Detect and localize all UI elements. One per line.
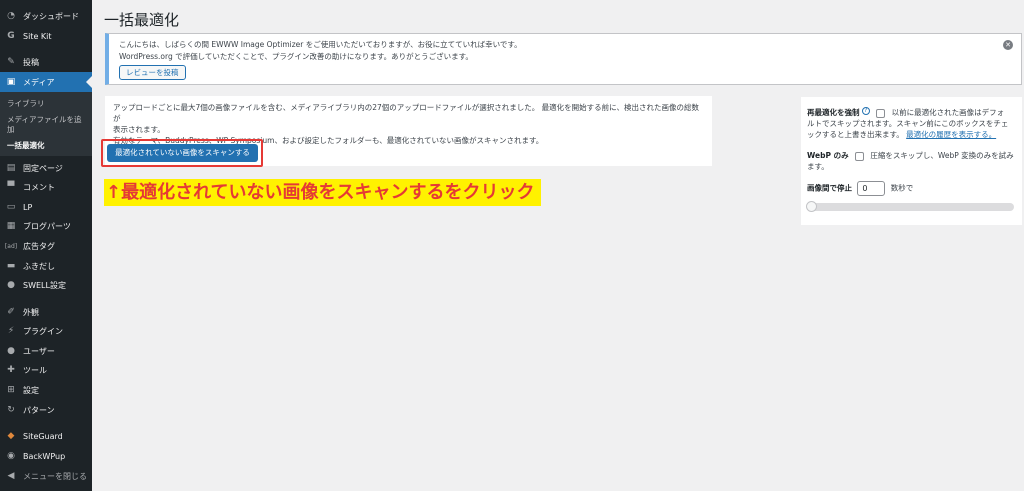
sidebar-item-label: SWELL設定 xyxy=(23,280,66,290)
submenu-add-media-cont[interactable]: 加 xyxy=(7,125,15,135)
sidebar-item-appearance[interactable]: ✐ 外観 xyxy=(0,302,92,322)
backwpup-icon: ◉ xyxy=(7,451,15,461)
history-link[interactable]: 最適化の履歴を表示する。 xyxy=(906,130,996,139)
scan-description-line2: 表示されます。 xyxy=(113,125,165,134)
blogparts-icon: ▦ xyxy=(6,221,16,231)
sidebar-item-swell[interactable]: ● SWELL設定 xyxy=(0,275,92,295)
force-label: 再最適化を強制 xyxy=(807,108,860,117)
page-icon: ▤ xyxy=(6,163,16,173)
webp-only-row: WebP のみ 圧縮をスキップし、WebP 変換のみを試み ます。 xyxy=(807,150,1016,172)
sidebar-item-label: プラグイン xyxy=(23,326,63,336)
sidebar-item-label: 設定 xyxy=(23,385,39,395)
sidebar-item-blogparts[interactable]: ▦ ブログパーツ xyxy=(0,216,92,236)
delay-slider-track[interactable] xyxy=(809,203,1014,211)
delay-unit: 数秒で xyxy=(890,183,914,193)
sidebar-item-label: ユーザー xyxy=(23,346,55,356)
submenu-bulk-optimize[interactable]: 一括最適化 xyxy=(7,141,45,151)
comment-icon: ▀ xyxy=(7,182,15,192)
help-icon[interactable]: ? xyxy=(861,107,870,115)
sidebar-item-adtag[interactable]: [ad] 広告タグ xyxy=(0,236,92,256)
review-button[interactable]: レビューを投稿 xyxy=(119,65,186,80)
review-notice: こんにちは、しばらくの間 EWWW Image Optimizer をご使用いた… xyxy=(105,33,1022,85)
sidebar-item-sitekit[interactable]: G Site Kit xyxy=(0,26,92,46)
sidebar-item-media[interactable]: ▣ メディア xyxy=(0,72,92,92)
notice-line2: WordPress.org で評価していただくことで、プラグイン改善の助けになり… xyxy=(119,52,473,61)
sidebar-item-patterns[interactable]: ↻ パターン xyxy=(0,400,92,420)
sidebar-item-label: ブログパーツ xyxy=(23,221,71,231)
sidebar-item-plugins[interactable]: ⚡ プラグイン xyxy=(0,321,92,341)
scan-unoptimized-button[interactable]: 最適化されていない画像をスキャンする xyxy=(107,144,258,162)
sitekit-icon: G xyxy=(7,31,15,41)
media-icon: ▣ xyxy=(6,77,16,87)
pin-icon: ✎ xyxy=(7,57,15,67)
brush-icon: ✐ xyxy=(7,307,15,317)
settings-icon: ⊞ xyxy=(7,385,15,395)
force-reoptimize-row: 再最適化を強制 ? 以前に最適化された画像はデフォ ルトでスキップされます。スキ… xyxy=(807,107,1016,140)
sidebar-item-pages[interactable]: ▤ 固定ページ xyxy=(0,158,92,178)
swell-icon: ● xyxy=(7,280,15,290)
sidebar-item-backwpup[interactable]: ◉ BackWPup xyxy=(0,446,92,466)
sidebar-item-balloon[interactable]: ▬ ふきだし xyxy=(0,256,92,276)
siteguard-icon: ◆ xyxy=(7,431,15,441)
sidebar-item-label: Site Kit xyxy=(23,31,52,41)
delay-slider-handle[interactable] xyxy=(806,201,817,212)
delay-label: 画像間で停止 xyxy=(807,183,852,193)
sidebar-item-label: 外観 xyxy=(23,307,39,317)
sidebar-item-label: 広告タグ xyxy=(23,241,55,251)
sidebar-item-label: パターン xyxy=(23,405,55,415)
balloon-icon: ▬ xyxy=(6,261,16,271)
admin-sidebar: ◔ ダッシュボード G Site Kit ✎ 投稿 ▣ メディア ライブラリ メディアフ… xyxy=(0,0,92,491)
sidebar-item-tools[interactable]: ✚ ツール xyxy=(0,360,92,380)
sidebar-item-label: ツール xyxy=(23,365,47,375)
close-icon[interactable]: ✕ xyxy=(1003,40,1013,50)
submenu-library[interactable]: ライブラリ xyxy=(7,99,45,109)
sidebar-item-comments[interactable]: ▀ コメント xyxy=(0,177,92,197)
dashboard-icon: ◔ xyxy=(7,11,15,21)
delay-row: 画像間で停止 0 数秒で xyxy=(807,181,1016,196)
page-title: 一括最適化 xyxy=(104,11,180,29)
ad-icon: [ad] xyxy=(4,242,18,250)
sidebar-item-lp[interactable]: ▭ LP xyxy=(0,197,92,217)
lp-icon: ▭ xyxy=(6,202,16,212)
options-panel: 再最適化を強制 ? 以前に最適化された画像はデフォ ルトでスキップされます。スキ… xyxy=(801,97,1022,225)
notice-line1: こんにちは、しばらくの間 EWWW Image Optimizer をご使用いた… xyxy=(119,40,522,49)
sidebar-item-label: メディア xyxy=(23,77,55,87)
sidebar-item-label: コメント xyxy=(23,182,55,192)
scan-description-line1: アップロードごとに最大7個の画像ファイルを含む、メディアライブラリ内の27個のア… xyxy=(113,103,699,123)
sidebar-item-label: 投稿 xyxy=(23,57,39,67)
wrench-icon: ✚ xyxy=(7,365,15,375)
media-submenu: ライブラリ メディアファイルを追 加 一括最適化 xyxy=(0,92,92,156)
force-text2: ルトでスキップされます。スキャン前にこのボックスをチェ xyxy=(807,119,1009,128)
sidebar-item-dashboard[interactable]: ◔ ダッシュボード xyxy=(0,6,92,26)
sidebar-item-label: BackWPup xyxy=(23,451,66,461)
sidebar-item-label: ダッシュボード xyxy=(23,11,79,21)
force-text3: ックすると上書き出来ます。 xyxy=(807,130,904,139)
submenu-add-media[interactable]: メディアファイルを追 xyxy=(7,115,81,125)
webp-only-checkbox[interactable] xyxy=(854,151,864,161)
webp-text2: ます。 xyxy=(807,162,829,171)
webp-label: WebP のみ xyxy=(807,151,849,160)
force-text1: 以前に最適化された画像はデフォ xyxy=(891,108,1005,117)
sidebar-item-label: ふきだし xyxy=(23,261,55,271)
sidebar-item-label: 固定ページ xyxy=(23,163,63,173)
webp-text1: 圧縮をスキップし、WebP 変換のみを試み xyxy=(870,151,1014,160)
plugin-icon: ⚡ xyxy=(7,326,15,336)
sidebar-item-label: メニューを閉じる xyxy=(23,471,87,481)
user-icon: ● xyxy=(7,346,15,356)
sidebar-item-label: LP xyxy=(23,202,33,212)
sidebar-collapse[interactable]: ◀ メニューを閉じる xyxy=(0,466,92,486)
sidebar-item-users[interactable]: ● ユーザー xyxy=(0,341,92,361)
sidebar-item-siteguard[interactable]: ◆ SiteGuard xyxy=(0,426,92,446)
sidebar-item-settings[interactable]: ⊞ 設定 xyxy=(0,380,92,400)
pattern-icon: ↻ xyxy=(7,405,15,415)
sidebar-item-posts[interactable]: ✎ 投稿 xyxy=(0,52,92,72)
sidebar-item-label: SiteGuard xyxy=(23,431,63,441)
delay-input[interactable]: 0 xyxy=(857,181,886,196)
collapse-icon: ◀ xyxy=(7,471,15,481)
force-reoptimize-checkbox[interactable] xyxy=(876,108,886,118)
instruction-annotation: ↑最適化されていない画像をスキャンするをクリック xyxy=(104,179,541,206)
